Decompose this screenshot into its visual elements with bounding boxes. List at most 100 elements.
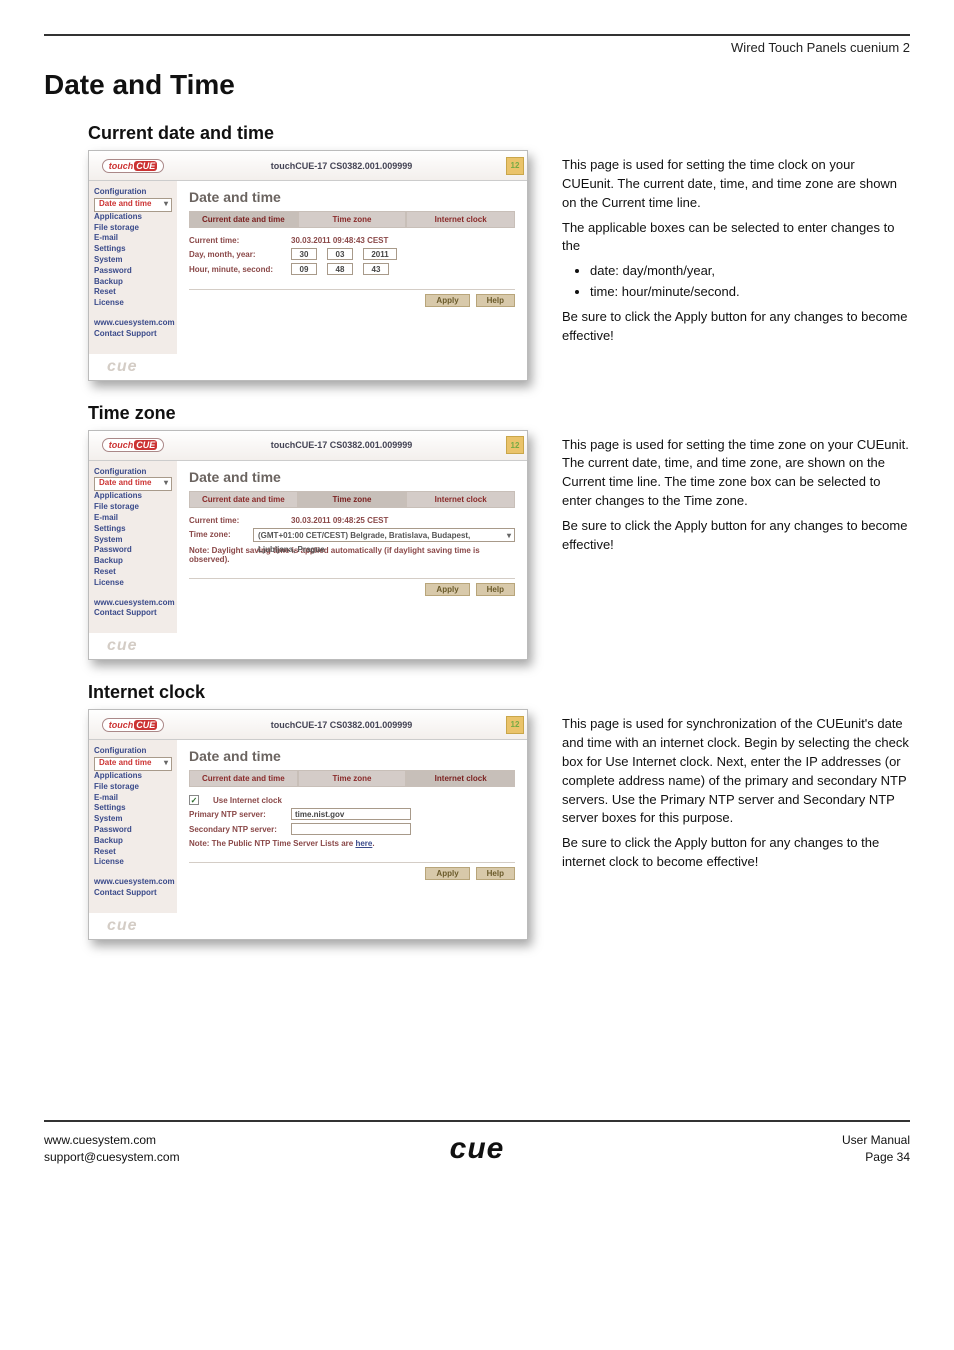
tab-timezone[interactable]: Time zone bbox=[298, 491, 407, 508]
tab-timezone[interactable]: Time zone bbox=[298, 770, 407, 787]
sidebar-link-site[interactable]: www.cuesystem.com bbox=[94, 877, 172, 888]
bullet-time: time: hour/minute/second. bbox=[590, 283, 910, 302]
secondary-ntp-label: Secondary NTP server: bbox=[189, 825, 281, 834]
sidebar-item-file-storage[interactable]: File storage bbox=[94, 223, 172, 234]
sidebar: Configuration Date and time Applications… bbox=[89, 461, 177, 634]
current-time-value: 30.03.2011 09:48:25 CEST bbox=[291, 516, 388, 525]
sidebar-item-backup[interactable]: Backup bbox=[94, 556, 172, 567]
apply-button[interactable]: Apply bbox=[425, 294, 469, 307]
tz-select[interactable]: (GMT+01:00 CET/CEST) Belgrade, Bratislav… bbox=[253, 528, 515, 542]
sidebar-item-settings[interactable]: Settings bbox=[94, 244, 172, 255]
use-internet-clock-checkbox[interactable]: ✓ bbox=[189, 795, 199, 805]
tab-current[interactable]: Current date and time bbox=[189, 211, 298, 228]
sidebar-link-support[interactable]: Contact Support bbox=[94, 329, 172, 340]
tz-label: Time zone: bbox=[189, 530, 243, 539]
tab-current[interactable]: Current date and time bbox=[189, 491, 298, 508]
sidebar-item-password[interactable]: Password bbox=[94, 545, 172, 556]
sidebar-item-applications[interactable]: Applications bbox=[94, 771, 172, 782]
brand-bottom: cue bbox=[107, 917, 138, 935]
desc-internet-1: This page is used for synchronization of… bbox=[562, 715, 910, 828]
desc-tz-2: Be sure to click the Apply button for an… bbox=[562, 517, 910, 555]
sidebar-item-license[interactable]: License bbox=[94, 578, 172, 589]
dmy-label: Day, month, year: bbox=[189, 250, 281, 259]
sidebar-item-password[interactable]: Password bbox=[94, 825, 172, 836]
sidebar-item-email[interactable]: E-mail bbox=[94, 793, 172, 804]
sidebar-item-reset[interactable]: Reset bbox=[94, 567, 172, 578]
tab-current[interactable]: Current date and time bbox=[189, 770, 298, 787]
panel-title: Date and time bbox=[189, 469, 515, 485]
screenshot-internet: touchCUE touchCUE-17 CS0382.001.009999 1… bbox=[88, 709, 528, 940]
ntp-note-link[interactable]: here bbox=[355, 839, 372, 848]
sidebar-item-email[interactable]: E-mail bbox=[94, 513, 172, 524]
sidebar-item-system[interactable]: System bbox=[94, 535, 172, 546]
current-time-label: Current time: bbox=[189, 236, 281, 245]
help-button[interactable]: Help bbox=[476, 294, 515, 307]
sidebar-item-email[interactable]: E-mail bbox=[94, 233, 172, 244]
sidebar-item-configuration[interactable]: Configuration bbox=[94, 467, 172, 478]
second-input[interactable]: 43 bbox=[363, 263, 389, 275]
sidebar-item-reset[interactable]: Reset bbox=[94, 847, 172, 858]
window-title: touchCUE-17 CS0382.001.009999 bbox=[177, 440, 506, 450]
sidebar-item-date-time[interactable]: Date and time bbox=[94, 477, 172, 491]
sidebar-link-support[interactable]: Contact Support bbox=[94, 888, 172, 899]
sidebar-item-password[interactable]: Password bbox=[94, 266, 172, 277]
sidebar-link-support[interactable]: Contact Support bbox=[94, 608, 172, 619]
header-right: Wired Touch Panels cuenium 2 bbox=[44, 40, 910, 55]
sidebar-link-site[interactable]: www.cuesystem.com bbox=[94, 318, 172, 329]
brand-bottom: cue bbox=[107, 637, 138, 655]
year-input[interactable]: 2011 bbox=[363, 248, 397, 260]
help-button[interactable]: Help bbox=[476, 867, 515, 880]
desc-current-closing: Be sure to click the Apply button for an… bbox=[562, 308, 910, 346]
brand-bottom: cue bbox=[107, 358, 138, 376]
sidebar-item-configuration[interactable]: Configuration bbox=[94, 187, 172, 198]
help-button[interactable]: Help bbox=[476, 583, 515, 596]
sidebar-link-site[interactable]: www.cuesystem.com bbox=[94, 598, 172, 609]
sidebar-item-settings[interactable]: Settings bbox=[94, 803, 172, 814]
sidebar-item-backup[interactable]: Backup bbox=[94, 836, 172, 847]
tab-internet[interactable]: Internet clock bbox=[406, 211, 515, 228]
sidebar-item-system[interactable]: System bbox=[94, 814, 172, 825]
footer-manual: User Manual bbox=[504, 1132, 910, 1149]
section-heading-timezone: Time zone bbox=[88, 403, 910, 424]
desc-current-2: The applicable boxes can be selected to … bbox=[562, 219, 910, 257]
footer-page: Page 34 bbox=[504, 1149, 910, 1166]
current-time-label: Current time: bbox=[189, 516, 281, 525]
tab-timezone[interactable]: Time zone bbox=[298, 211, 407, 228]
sidebar-item-reset[interactable]: Reset bbox=[94, 287, 172, 298]
desc-current-1: This page is used for setting the time c… bbox=[562, 156, 910, 213]
month-input[interactable]: 03 bbox=[327, 248, 353, 260]
logo: touchCUE bbox=[102, 438, 165, 452]
secondary-ntp-input[interactable] bbox=[291, 823, 411, 835]
sidebar-item-license[interactable]: License bbox=[94, 298, 172, 309]
sidebar-item-license[interactable]: License bbox=[94, 857, 172, 868]
tab-internet[interactable]: Internet clock bbox=[406, 491, 515, 508]
hour-input[interactable]: 09 bbox=[291, 263, 317, 275]
sidebar-item-applications[interactable]: Applications bbox=[94, 491, 172, 502]
sidebar-item-date-time[interactable]: Date and time bbox=[94, 757, 172, 771]
sidebar-item-system[interactable]: System bbox=[94, 255, 172, 266]
version-badge: 12 bbox=[506, 157, 524, 175]
section-heading-current: Current date and time bbox=[88, 123, 910, 144]
footer-email: support@cuesystem.com bbox=[44, 1149, 450, 1166]
logo: touchCUE bbox=[102, 159, 165, 173]
sidebar-item-backup[interactable]: Backup bbox=[94, 277, 172, 288]
ntp-note: Note: The Public NTP Time Server Lists a… bbox=[189, 839, 515, 848]
sidebar-item-settings[interactable]: Settings bbox=[94, 524, 172, 535]
tab-internet[interactable]: Internet clock bbox=[406, 770, 515, 787]
sidebar-item-file-storage[interactable]: File storage bbox=[94, 782, 172, 793]
bullet-date: date: day/month/year, bbox=[590, 262, 910, 281]
panel-title: Date and time bbox=[189, 189, 515, 205]
sidebar-item-configuration[interactable]: Configuration bbox=[94, 746, 172, 757]
sidebar-item-applications[interactable]: Applications bbox=[94, 212, 172, 223]
apply-button[interactable]: Apply bbox=[425, 583, 469, 596]
day-input[interactable]: 30 bbox=[291, 248, 317, 260]
page-title: Date and Time bbox=[44, 69, 910, 101]
use-internet-clock-label: Use Internet clock bbox=[213, 796, 282, 805]
minute-input[interactable]: 48 bbox=[327, 263, 353, 275]
footer-logo: cue bbox=[450, 1132, 505, 1165]
apply-button[interactable]: Apply bbox=[425, 867, 469, 880]
sidebar-item-date-time[interactable]: Date and time bbox=[94, 198, 172, 212]
primary-ntp-input[interactable]: time.nist.gov bbox=[291, 808, 411, 820]
sidebar: Configuration Date and time Applications… bbox=[89, 740, 177, 913]
sidebar-item-file-storage[interactable]: File storage bbox=[94, 502, 172, 513]
